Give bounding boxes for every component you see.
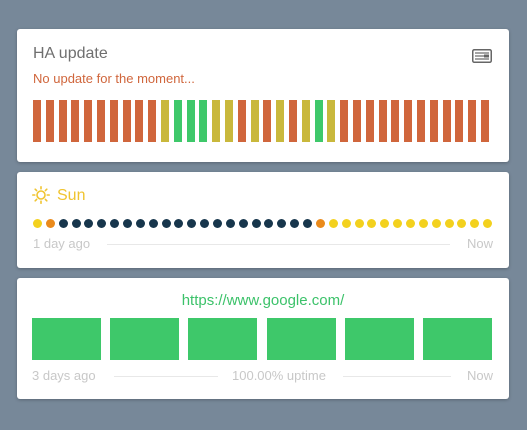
uptime-card: https://www.google.com/ 3 days ago 100.0… — [17, 278, 509, 399]
update-status-bar[interactable] — [353, 100, 361, 142]
update-status-bar[interactable] — [442, 100, 451, 142]
uptime-bar[interactable] — [344, 318, 414, 360]
sun-state-dot[interactable] — [444, 219, 454, 228]
sun-state-dot[interactable] — [110, 219, 120, 228]
update-status-bar[interactable] — [314, 100, 323, 142]
sun-state-dot[interactable] — [367, 219, 377, 228]
sun-card: Sun 1 day ago Now — [17, 172, 509, 268]
sun-state-dot[interactable] — [148, 219, 158, 228]
sun-start-label: 1 day ago — [33, 236, 91, 251]
update-status-bar[interactable] — [71, 100, 80, 142]
update-status-bar[interactable] — [45, 100, 54, 142]
update-status-bar[interactable] — [276, 100, 285, 142]
sun-state-dot[interactable] — [290, 219, 300, 228]
uptime-bar[interactable] — [266, 318, 336, 360]
sun-state-dot[interactable] — [238, 219, 248, 228]
update-status-bar[interactable] — [404, 100, 413, 142]
sun-state-dot[interactable] — [431, 219, 441, 228]
uptime-percent-label: 100.00% uptime — [232, 368, 326, 383]
sun-state-dot[interactable] — [315, 219, 325, 228]
update-status-bar[interactable] — [212, 100, 221, 142]
sun-state-dot[interactable] — [174, 219, 184, 228]
sun-history-dots — [33, 219, 493, 228]
sun-end-label: Now — [466, 236, 493, 251]
update-status-bar[interactable] — [429, 100, 438, 142]
update-status-bar[interactable] — [135, 100, 144, 142]
uptime-axis-line-left — [114, 376, 218, 377]
update-status-bar[interactable] — [148, 100, 157, 142]
update-status-bar[interactable] — [237, 100, 246, 142]
sun-state-dot[interactable] — [341, 219, 351, 228]
sun-state-dot[interactable] — [354, 219, 364, 228]
server-icon — [472, 49, 492, 63]
ha-update-status: No update for the moment... — [33, 71, 195, 86]
update-status-bar[interactable] — [327, 100, 336, 142]
sun-state-dot[interactable] — [135, 219, 145, 228]
update-status-bar[interactable] — [263, 100, 272, 142]
sun-state-dot[interactable] — [45, 219, 55, 228]
update-status-bar[interactable] — [186, 100, 195, 142]
sun-state-dot[interactable] — [457, 219, 467, 228]
uptime-axis-line-right — [343, 376, 451, 377]
sun-state-dot[interactable] — [58, 219, 68, 228]
update-status-bar[interactable] — [109, 100, 118, 142]
sun-state-dot[interactable] — [225, 219, 235, 228]
update-status-bar[interactable] — [301, 100, 310, 142]
sun-state-dot[interactable] — [71, 219, 81, 228]
update-status-bar[interactable] — [173, 100, 182, 142]
update-status-bar[interactable] — [97, 100, 105, 142]
sun-state-dot[interactable] — [251, 219, 261, 228]
sun-state-dot[interactable] — [418, 219, 428, 228]
update-status-bar[interactable] — [33, 100, 41, 142]
sun-state-dot[interactable] — [483, 219, 493, 228]
uptime-history-bars — [32, 318, 492, 360]
update-status-bar[interactable] — [391, 100, 400, 142]
update-status-bar[interactable] — [161, 100, 169, 142]
uptime-start-label: 3 days ago — [32, 368, 96, 383]
sun-state-dot[interactable] — [123, 219, 133, 228]
sun-axis-line — [107, 244, 450, 245]
sun-state-dot[interactable] — [213, 219, 223, 228]
update-status-bar[interactable] — [365, 100, 374, 142]
sun-state-dot[interactable] — [393, 219, 403, 228]
update-status-bar[interactable] — [417, 100, 425, 142]
sun-state-dot[interactable] — [303, 219, 313, 228]
sun-state-dot[interactable] — [277, 219, 287, 228]
update-status-bar[interactable] — [250, 100, 259, 142]
sun-state-dot[interactable] — [470, 219, 480, 228]
update-status-bar[interactable] — [199, 100, 208, 142]
uptime-url: https://www.google.com/ — [181, 292, 345, 309]
sun-state-dot[interactable] — [328, 219, 338, 228]
sun-state-dot[interactable] — [380, 219, 390, 228]
sun-state-dot[interactable] — [33, 219, 42, 228]
ha-update-title: HA update — [33, 45, 108, 62]
uptime-end-label: Now — [466, 368, 493, 383]
update-history-bars — [33, 100, 493, 142]
update-status-bar[interactable] — [378, 100, 387, 142]
update-status-bar[interactable] — [468, 100, 477, 142]
sun-state-dot[interactable] — [187, 219, 197, 228]
uptime-bar[interactable] — [423, 318, 492, 360]
sun-state-dot[interactable] — [200, 219, 210, 228]
sun-state-dot[interactable] — [405, 219, 415, 228]
update-status-bar[interactable] — [84, 100, 93, 142]
sun-state-dot[interactable] — [161, 219, 171, 228]
sun-state-dot[interactable] — [84, 219, 94, 228]
update-status-bar[interactable] — [58, 100, 67, 142]
ha-update-card: HA update No update for the moment... — [17, 29, 509, 162]
sun-state-dot[interactable] — [264, 219, 274, 228]
update-status-bar[interactable] — [122, 100, 131, 142]
sun-title: Sun — [57, 187, 86, 204]
sun-icon — [32, 186, 50, 204]
sun-state-dot[interactable] — [97, 219, 107, 228]
uptime-bar[interactable] — [188, 318, 258, 360]
update-status-bar[interactable] — [481, 100, 489, 142]
update-status-bar[interactable] — [340, 100, 349, 142]
update-status-bar[interactable] — [225, 100, 233, 142]
update-status-bar[interactable] — [455, 100, 464, 142]
uptime-bar[interactable] — [110, 318, 180, 360]
update-status-bar[interactable] — [289, 100, 297, 142]
uptime-bar[interactable] — [32, 318, 101, 360]
